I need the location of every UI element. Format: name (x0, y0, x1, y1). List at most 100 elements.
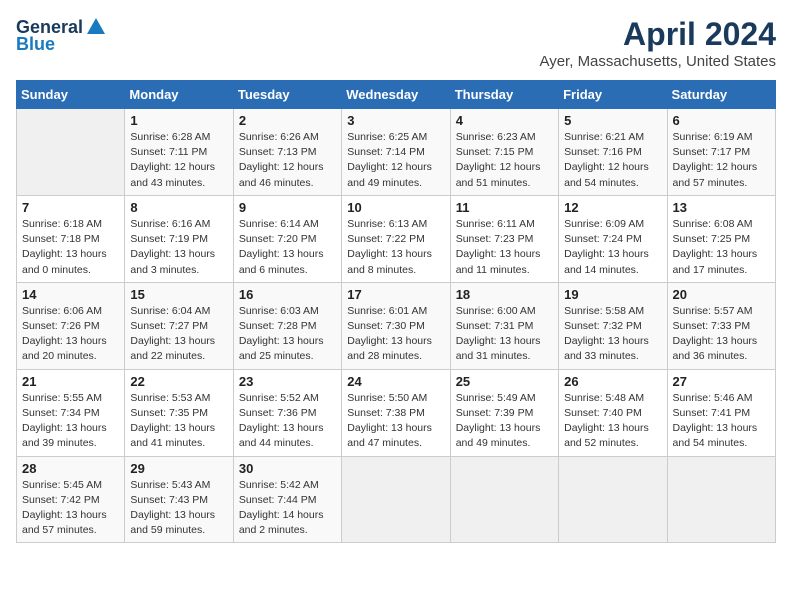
day-number: 27 (673, 374, 770, 389)
day-cell: 15 Sunrise: 6:04 AM Sunset: 7:27 PM Dayli… (125, 282, 233, 369)
day-info: Sunrise: 5:45 AM Sunset: 7:42 PM Dayligh… (22, 478, 119, 539)
day-cell: 2 Sunrise: 6:26 AM Sunset: 7:13 PM Daylig… (233, 109, 341, 196)
day-cell (450, 456, 558, 543)
day-info: Sunrise: 5:43 AM Sunset: 7:43 PM Dayligh… (130, 478, 227, 539)
week-row-5: 28 Sunrise: 5:45 AM Sunset: 7:42 PM Dayli… (17, 456, 776, 543)
weekday-header-tuesday: Tuesday (233, 81, 341, 109)
day-info: Sunrise: 6:04 AM Sunset: 7:27 PM Dayligh… (130, 304, 227, 365)
day-info: Sunrise: 5:42 AM Sunset: 7:44 PM Dayligh… (239, 478, 336, 539)
weekday-header-sunday: Sunday (17, 81, 125, 109)
day-number: 14 (22, 287, 119, 302)
day-cell: 25 Sunrise: 5:49 AM Sunset: 7:39 PM Dayli… (450, 369, 558, 456)
day-cell: 10 Sunrise: 6:13 AM Sunset: 7:22 PM Dayli… (342, 195, 450, 282)
day-info: Sunrise: 6:06 AM Sunset: 7:26 PM Dayligh… (22, 304, 119, 365)
day-info: Sunrise: 6:08 AM Sunset: 7:25 PM Dayligh… (673, 217, 770, 278)
day-number: 26 (564, 374, 661, 389)
weekday-header-saturday: Saturday (667, 81, 775, 109)
day-number: 6 (673, 113, 770, 128)
day-info: Sunrise: 6:11 AM Sunset: 7:23 PM Dayligh… (456, 217, 553, 278)
day-cell: 18 Sunrise: 6:00 AM Sunset: 7:31 PM Dayli… (450, 282, 558, 369)
calendar-table: SundayMondayTuesdayWednesdayThursdayFrid… (16, 80, 776, 543)
day-info: Sunrise: 6:03 AM Sunset: 7:28 PM Dayligh… (239, 304, 336, 365)
day-number: 25 (456, 374, 553, 389)
day-info: Sunrise: 6:01 AM Sunset: 7:30 PM Dayligh… (347, 304, 444, 365)
day-info: Sunrise: 5:50 AM Sunset: 7:38 PM Dayligh… (347, 391, 444, 452)
day-info: Sunrise: 6:09 AM Sunset: 7:24 PM Dayligh… (564, 217, 661, 278)
day-number: 24 (347, 374, 444, 389)
day-info: Sunrise: 5:48 AM Sunset: 7:40 PM Dayligh… (564, 391, 661, 452)
day-info: Sunrise: 5:52 AM Sunset: 7:36 PM Dayligh… (239, 391, 336, 452)
day-cell: 14 Sunrise: 6:06 AM Sunset: 7:26 PM Dayli… (17, 282, 125, 369)
day-cell (17, 109, 125, 196)
day-cell: 4Sunrise: 6:23 AM Sunset: 7:15 PM Daylig… (450, 109, 558, 196)
day-cell: 8Sunrise: 6:16 AM Sunset: 7:19 PM Daylig… (125, 195, 233, 282)
day-cell: 29 Sunrise: 5:43 AM Sunset: 7:43 PM Dayli… (125, 456, 233, 543)
day-info: Sunrise: 5:58 AM Sunset: 7:32 PM Dayligh… (564, 304, 661, 365)
day-info: Sunrise: 5:46 AM Sunset: 7:41 PM Dayligh… (673, 391, 770, 452)
day-number: 12 (564, 200, 661, 215)
day-number: 29 (130, 461, 227, 476)
day-number: 23 (239, 374, 336, 389)
day-number: 22 (130, 374, 227, 389)
day-cell (667, 456, 775, 543)
day-cell: 28 Sunrise: 5:45 AM Sunset: 7:42 PM Dayli… (17, 456, 125, 543)
calendar-subtitle: Ayer, Massachusetts, United States (539, 53, 776, 70)
day-info: Sunrise: 5:49 AM Sunset: 7:39 PM Dayligh… (456, 391, 553, 452)
logo-blue-text: Blue (16, 34, 55, 55)
day-cell: 19Sunrise: 5:58 AM Sunset: 7:32 PM Dayli… (559, 282, 667, 369)
day-cell: 6 Sunrise: 6:19 AM Sunset: 7:17 PM Daylig… (667, 109, 775, 196)
weekday-header-friday: Friday (559, 81, 667, 109)
day-cell: 1Sunrise: 6:28 AM Sunset: 7:11 PM Daylig… (125, 109, 233, 196)
day-number: 16 (239, 287, 336, 302)
weekday-header-thursday: Thursday (450, 81, 558, 109)
day-number: 3 (347, 113, 444, 128)
day-number: 1 (130, 113, 227, 128)
day-info: Sunrise: 6:00 AM Sunset: 7:31 PM Dayligh… (456, 304, 553, 365)
day-info: Sunrise: 6:25 AM Sunset: 7:14 PM Dayligh… (347, 130, 444, 191)
logo: General Blue (16, 16, 107, 55)
day-number: 15 (130, 287, 227, 302)
day-cell: 26 Sunrise: 5:48 AM Sunset: 7:40 PM Dayli… (559, 369, 667, 456)
day-info: Sunrise: 6:21 AM Sunset: 7:16 PM Dayligh… (564, 130, 661, 191)
day-number: 2 (239, 113, 336, 128)
day-number: 21 (22, 374, 119, 389)
day-info: Sunrise: 6:23 AM Sunset: 7:15 PM Dayligh… (456, 130, 553, 191)
weekday-header-row: SundayMondayTuesdayWednesdayThursdayFrid… (17, 81, 776, 109)
day-cell: 17 Sunrise: 6:01 AM Sunset: 7:30 PM Dayli… (342, 282, 450, 369)
day-number: 9 (239, 200, 336, 215)
day-cell: 22Sunrise: 5:53 AM Sunset: 7:35 PM Dayli… (125, 369, 233, 456)
day-number: 30 (239, 461, 336, 476)
weekday-header-wednesday: Wednesday (342, 81, 450, 109)
day-cell (559, 456, 667, 543)
day-cell: 7 Sunrise: 6:18 AM Sunset: 7:18 PM Daylig… (17, 195, 125, 282)
day-info: Sunrise: 6:19 AM Sunset: 7:17 PM Dayligh… (673, 130, 770, 191)
day-cell: 24 Sunrise: 5:50 AM Sunset: 7:38 PM Dayli… (342, 369, 450, 456)
day-cell: 20 Sunrise: 5:57 AM Sunset: 7:33 PM Dayli… (667, 282, 775, 369)
day-number: 13 (673, 200, 770, 215)
page-header: General Blue April 2024 Ayer, Massachuse… (16, 16, 776, 70)
day-info: Sunrise: 6:16 AM Sunset: 7:19 PM Dayligh… (130, 217, 227, 278)
day-number: 10 (347, 200, 444, 215)
logo-icon (85, 16, 107, 38)
week-row-4: 21 Sunrise: 5:55 AM Sunset: 7:34 PM Dayli… (17, 369, 776, 456)
day-info: Sunrise: 5:57 AM Sunset: 7:33 PM Dayligh… (673, 304, 770, 365)
day-cell: 13 Sunrise: 6:08 AM Sunset: 7:25 PM Dayli… (667, 195, 775, 282)
day-cell: 23 Sunrise: 5:52 AM Sunset: 7:36 PM Dayli… (233, 369, 341, 456)
day-number: 7 (22, 200, 119, 215)
day-info: Sunrise: 6:18 AM Sunset: 7:18 PM Dayligh… (22, 217, 119, 278)
day-cell: 9Sunrise: 6:14 AM Sunset: 7:20 PM Daylig… (233, 195, 341, 282)
day-cell: 5Sunrise: 6:21 AM Sunset: 7:16 PM Daylig… (559, 109, 667, 196)
day-number: 17 (347, 287, 444, 302)
day-number: 20 (673, 287, 770, 302)
day-number: 28 (22, 461, 119, 476)
day-cell: 30 Sunrise: 5:42 AM Sunset: 7:44 PM Dayli… (233, 456, 341, 543)
day-number: 18 (456, 287, 553, 302)
day-info: Sunrise: 5:55 AM Sunset: 7:34 PM Dayligh… (22, 391, 119, 452)
week-row-1: 1Sunrise: 6:28 AM Sunset: 7:11 PM Daylig… (17, 109, 776, 196)
week-row-2: 7 Sunrise: 6:18 AM Sunset: 7:18 PM Daylig… (17, 195, 776, 282)
calendar-title: April 2024 (539, 16, 776, 53)
day-number: 11 (456, 200, 553, 215)
day-info: Sunrise: 6:13 AM Sunset: 7:22 PM Dayligh… (347, 217, 444, 278)
day-cell: 3 Sunrise: 6:25 AM Sunset: 7:14 PM Daylig… (342, 109, 450, 196)
day-info: Sunrise: 6:26 AM Sunset: 7:13 PM Dayligh… (239, 130, 336, 191)
